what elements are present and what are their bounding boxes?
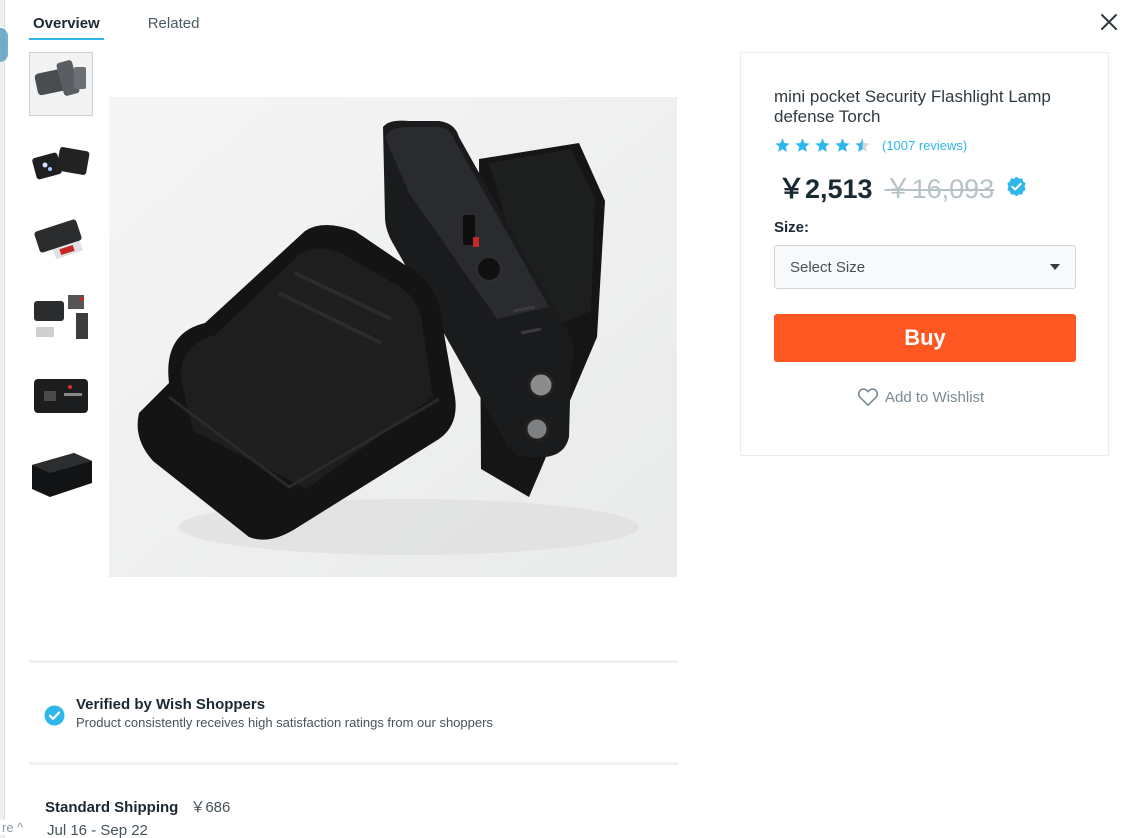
tab-related[interactable]: Related: [144, 8, 204, 40]
background-avatar: [0, 28, 8, 62]
heart-icon: [857, 388, 879, 406]
background-side-tab[interactable]: re ^: [0, 820, 36, 835]
star-full-icon: [775, 138, 790, 152]
thumbnail-1-image: [30, 53, 92, 115]
product-photo: [109, 97, 677, 577]
size-select-dropdown[interactable]: Select Size: [774, 245, 1076, 289]
product-title: mini pocket Security Flashlight Lamp def…: [774, 87, 1051, 126]
thumbnail-3[interactable]: [29, 208, 93, 272]
purchase-panel: mini pocket Security Flashlight Lamp def…: [740, 52, 1109, 456]
section-divider-1: [29, 660, 678, 663]
main-product-image[interactable]: [109, 97, 677, 577]
thumbnail-4-image: [30, 287, 92, 349]
thumbnail-2[interactable]: [29, 130, 93, 194]
shipping-info: Standard Shipping ￥686: [45, 796, 230, 817]
verified-check-icon: [44, 705, 65, 726]
wishlist-label: Add to Wishlist: [885, 388, 985, 406]
thumbnail-2-image: [30, 131, 92, 193]
size-label: Size:: [774, 219, 810, 236]
modal-tabs: Overview Related: [29, 8, 243, 40]
shipping-dates: Jul 16 - Sep 22: [47, 822, 148, 838]
thumbnail-4[interactable]: [29, 286, 93, 350]
shipping-label: Standard Shipping: [45, 799, 179, 816]
thumbnail-5[interactable]: [29, 364, 93, 428]
caret-down-icon: [1050, 264, 1060, 270]
verified-badge-icon: [1007, 176, 1026, 197]
thumbnail-5-image: [30, 365, 92, 427]
current-price: ￥2,513: [778, 174, 873, 204]
thumbnail-list: [29, 52, 95, 520]
star-half-icon: [855, 138, 870, 152]
tab-overview[interactable]: Overview: [29, 8, 104, 40]
price-row: ￥2,513 ￥16,093: [778, 167, 1027, 206]
buy-button[interactable]: Buy: [774, 314, 1076, 362]
verified-title: Verified by Wish Shoppers: [76, 696, 266, 713]
star-full-icon: [795, 138, 810, 152]
reviews-link[interactable]: (1007 reviews): [882, 138, 967, 153]
close-icon: [1101, 14, 1117, 30]
verified-description: Product consistently receives high satis…: [76, 715, 493, 730]
thumbnail-6[interactable]: [29, 442, 93, 506]
section-divider-2: [29, 762, 678, 765]
thumbnail-6-image: [30, 443, 92, 505]
background-page-edge: [0, 0, 8, 838]
thumbnail-3-image: [30, 209, 92, 271]
thumbnail-1[interactable]: [29, 52, 93, 116]
verified-section: Verified by Wish Shoppers Product consis…: [44, 695, 493, 731]
close-button[interactable]: [1097, 10, 1121, 34]
star-full-icon: [815, 138, 830, 152]
star-full-icon: [835, 138, 850, 152]
add-to-wishlist-button[interactable]: Add to Wishlist: [857, 387, 984, 407]
size-select-value: Select Size: [790, 258, 866, 276]
product-modal-page: Overview Related Verified by Wish Shoppe…: [0, 0, 1133, 838]
shipping-price: ￥686: [190, 799, 231, 816]
original-price: ￥16,093: [884, 174, 995, 204]
rating-stars: (1007 reviews): [774, 137, 967, 154]
